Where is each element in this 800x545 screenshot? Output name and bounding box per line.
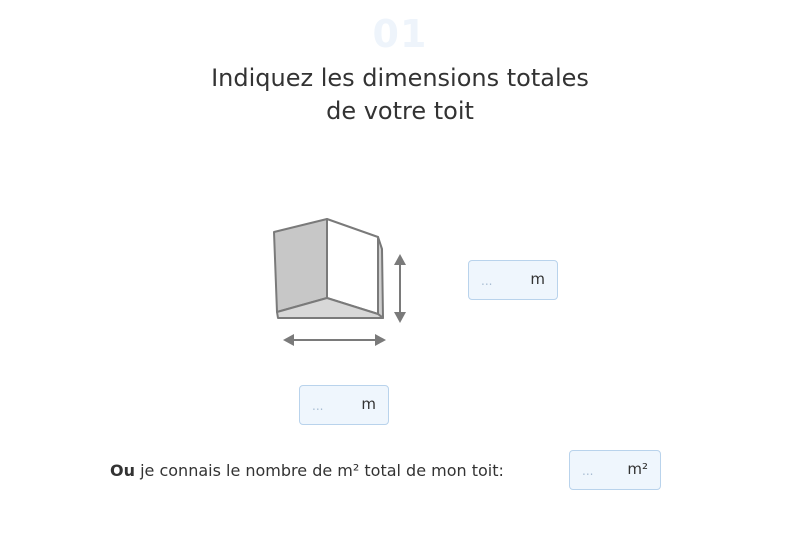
total-area-field[interactable]: m² xyxy=(569,450,661,490)
step-number: 01 xyxy=(372,12,428,56)
height-input[interactable] xyxy=(481,271,517,291)
title-line-2: de votre toit xyxy=(326,97,474,125)
or-label: Ou xyxy=(110,461,135,480)
height-arrow-icon xyxy=(394,254,406,323)
roof-dimensions-icon xyxy=(273,218,406,346)
total-area-input[interactable] xyxy=(582,461,618,481)
height-unit: m xyxy=(530,270,545,288)
width-field[interactable]: m xyxy=(299,385,389,425)
height-field[interactable]: m xyxy=(468,260,558,300)
page-title: Indiquez les dimensions totales de votre… xyxy=(0,62,800,128)
width-input[interactable] xyxy=(312,396,348,416)
total-area-label: Ou je connais le nombre de m² total de m… xyxy=(110,461,504,480)
title-line-1: Indiquez les dimensions totales xyxy=(211,64,589,92)
width-arrow-icon xyxy=(283,334,386,346)
width-unit: m xyxy=(361,395,376,413)
total-area-unit: m² xyxy=(627,460,648,478)
total-area-text: je connais le nombre de m² total de mon … xyxy=(135,461,504,480)
